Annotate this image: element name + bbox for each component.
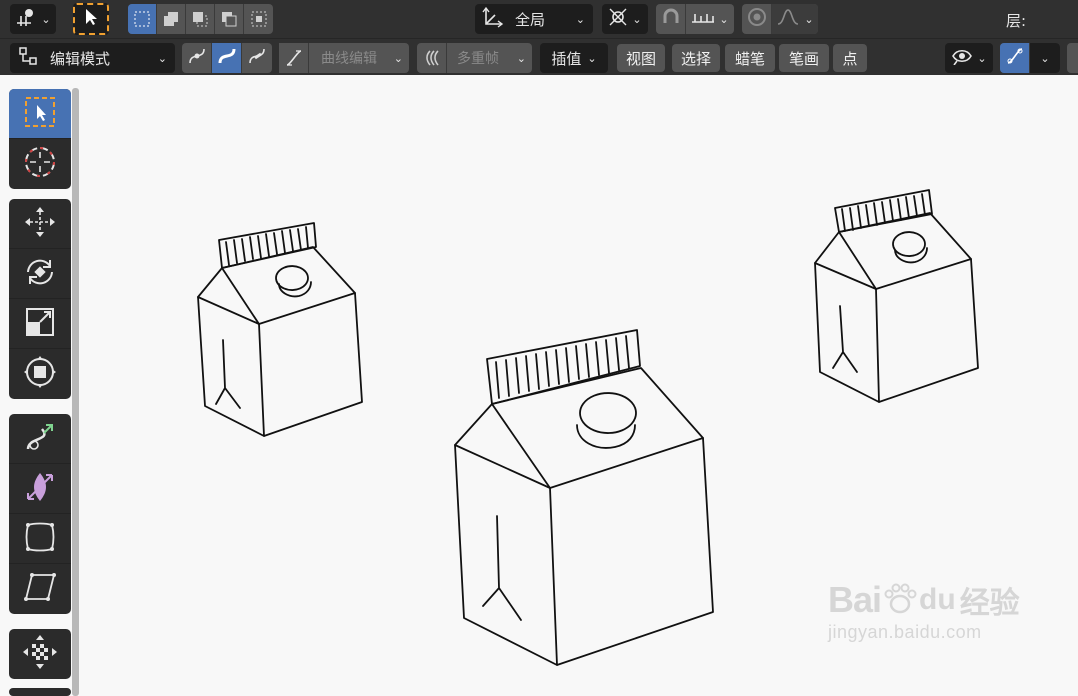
segment-icon	[247, 46, 267, 70]
scale-icon	[22, 304, 58, 344]
rotate-icon	[22, 254, 58, 294]
select-mode-intersect[interactable]	[244, 4, 273, 34]
shear-icon	[22, 469, 58, 509]
tool-group-deform	[9, 414, 71, 614]
select-box-icon	[23, 95, 57, 133]
multiframe-label: 多重帧	[457, 51, 499, 67]
snap-increment-icon	[691, 10, 715, 28]
select-mode-invert[interactable]	[215, 4, 244, 34]
proportional-edit-group: ⌄	[742, 4, 818, 34]
blender-grease-pencil-editor: ⌄ 全局 ⌄ ⌄ ⌄ ⌄ 层: 编辑模式 ⌄ 曲线编辑 ⌄ 多重帧 ⌄ 插值 ⌄…	[0, 0, 1078, 696]
interpolate-icon	[20, 632, 60, 676]
pivot-icon	[15, 7, 37, 31]
bend-icon	[22, 419, 58, 459]
interpolate-dropdown[interactable]: 插值 ⌄	[540, 43, 608, 73]
stroke-select-group	[182, 43, 272, 73]
tool-scale[interactable]	[9, 299, 71, 349]
select-segment-button[interactable]	[242, 43, 272, 73]
menu-stroke[interactable]: 笔画	[779, 44, 829, 72]
overlay-icon	[1005, 46, 1025, 70]
watermark-brand2: du	[919, 583, 956, 616]
snap-increment-dropdown[interactable]: ⌄	[686, 4, 734, 34]
tool-transform[interactable]	[9, 349, 71, 399]
transform-icon	[22, 354, 58, 394]
visibility-dropdown[interactable]: ⌄	[945, 43, 993, 73]
select-cursor-icon	[84, 8, 98, 30]
multiframe-icon	[417, 43, 447, 73]
tool-group-interpolate	[9, 629, 71, 679]
tool-shear[interactable]	[9, 464, 71, 514]
cursor-icon	[22, 144, 58, 184]
orientation-label: 全局	[515, 10, 546, 29]
paw-icon	[883, 582, 917, 619]
to-sphere-icon	[22, 519, 58, 559]
curve-edit-label: 曲线编辑	[321, 51, 377, 67]
watermark-url: jingyan.baidu.com	[828, 622, 982, 642]
milk-carton-large-center	[454, 329, 714, 666]
falloff-curve-icon	[776, 8, 800, 30]
eye-icon	[951, 47, 973, 69]
select-points-button[interactable]	[182, 43, 212, 73]
layer-label: 层:	[1006, 12, 1027, 30]
proportional-edit-icon	[747, 7, 767, 31]
menu-point[interactable]: 点	[833, 44, 867, 72]
tool-bend[interactable]	[9, 414, 71, 464]
menu-view[interactable]: 视图	[617, 44, 665, 72]
orientation-icon	[481, 6, 505, 32]
overlay-group: ⌄	[1000, 43, 1060, 73]
snapping-group: ⌄	[656, 4, 734, 34]
shading-button-partial[interactable]	[1067, 43, 1078, 73]
tool-interpolate[interactable]	[9, 629, 71, 679]
radius-icon	[22, 569, 58, 609]
menu-grease-pencil[interactable]: 蜡笔	[725, 44, 775, 72]
overlay-dropdown[interactable]: ⌄	[1030, 43, 1060, 73]
edit-mode-icon	[18, 46, 38, 70]
multiframe-dropdown[interactable]: 多重帧 ⌄	[417, 43, 532, 73]
header-bar: ⌄ 全局 ⌄ ⌄ ⌄ ⌄ 层:	[0, 0, 1078, 38]
tool-cursor[interactable]	[9, 139, 71, 189]
baidu-watermark: Bai du 经验 jingyan.baidu.com	[828, 578, 1020, 643]
tool-move[interactable]	[9, 199, 71, 249]
overlay-toggle[interactable]	[1000, 43, 1030, 73]
snap-toggle[interactable]	[656, 4, 686, 34]
milk-carton-small-right	[814, 189, 979, 403]
snap-target-icon	[608, 7, 628, 31]
falloff-dropdown[interactable]: ⌄	[772, 4, 818, 34]
curve-edit-icon	[279, 43, 309, 73]
milk-carton-small-left	[197, 222, 363, 437]
select-mode-subtract[interactable]	[186, 4, 215, 34]
snap-magnet-icon	[661, 7, 681, 31]
select-mode-extend[interactable]	[157, 4, 186, 34]
curve-points-icon	[187, 46, 207, 70]
tool-settings-bar: 编辑模式 ⌄ 曲线编辑 ⌄ 多重帧 ⌄ 插值 ⌄ 视图 选择 蜡笔 笔画 点 ⌄…	[0, 38, 1078, 75]
tool-select-box[interactable]	[9, 89, 71, 139]
pivot-point-dropdown[interactable]: ⌄	[10, 4, 56, 34]
mode-dropdown[interactable]: 编辑模式 ⌄	[10, 43, 175, 73]
menu-select[interactable]: 选择	[672, 44, 720, 72]
select-stroke-button[interactable]	[212, 43, 242, 73]
stroke-icon	[217, 46, 237, 70]
tool-group-next-partial	[9, 688, 71, 696]
select-mode-set[interactable]	[128, 4, 157, 34]
proportional-edit-toggle[interactable]	[742, 4, 772, 34]
select-mode-group	[128, 4, 273, 34]
move-icon	[22, 204, 58, 244]
interpolate-label: 插值	[551, 49, 582, 68]
tool-group-transform	[9, 199, 71, 399]
mode-label: 编辑模式	[50, 49, 111, 68]
snap-target-dropdown[interactable]: ⌄	[602, 4, 648, 34]
tool-radius[interactable]	[9, 564, 71, 614]
select-tool-button[interactable]	[73, 3, 109, 35]
curve-edit-dropdown[interactable]: 曲线编辑 ⌄	[279, 43, 409, 73]
watermark-cn: 经验	[959, 586, 1020, 621]
orientation-dropdown[interactable]: 全局 ⌄	[475, 4, 593, 34]
watermark-brand: Bai	[828, 579, 882, 620]
tool-group-select	[9, 89, 71, 189]
toolbar-scrollbar[interactable]	[72, 88, 79, 696]
tool-to-sphere[interactable]	[9, 514, 71, 564]
tool-rotate[interactable]	[9, 249, 71, 299]
